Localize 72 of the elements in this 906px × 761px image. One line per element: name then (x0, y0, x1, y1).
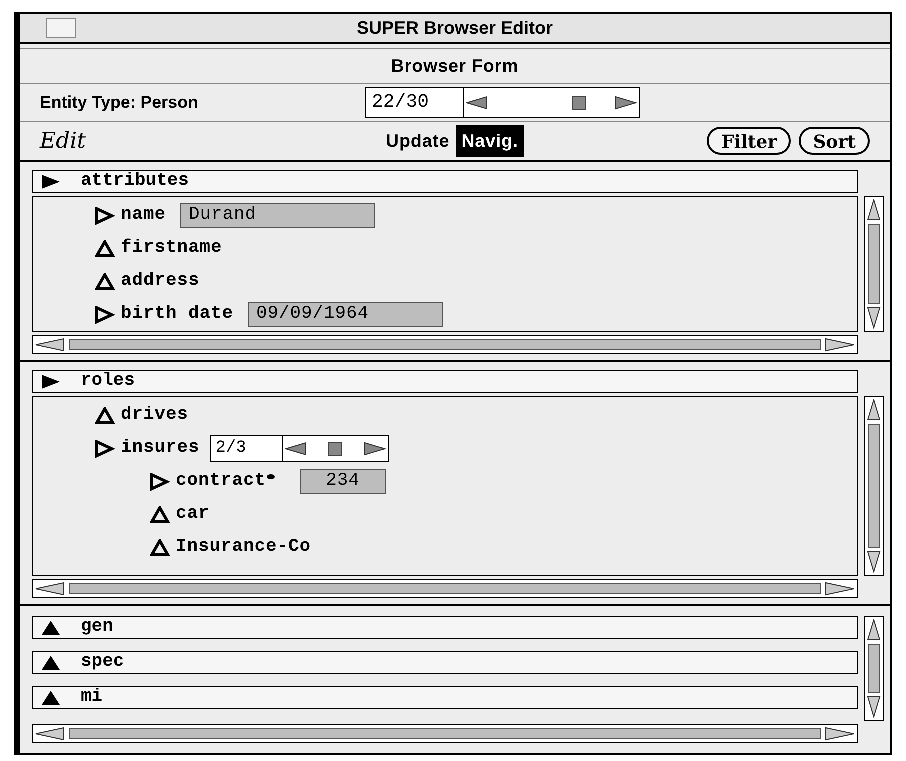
slider-thumb[interactable] (572, 96, 586, 110)
item-label: insures (121, 437, 200, 460)
vertical-scrollbar[interactable] (864, 196, 884, 332)
left-arrow-icon (284, 442, 307, 456)
form-title: Browser Form (391, 54, 519, 78)
scroll-thumb[interactable] (868, 424, 880, 548)
up-triangle-icon (95, 240, 115, 258)
down-arrow-icon (867, 551, 881, 573)
item-label: firstname (121, 237, 222, 260)
vertical-scrollbar[interactable] (864, 396, 884, 576)
value-field[interactable]: 234 (300, 469, 386, 494)
up-triangle-icon (95, 406, 115, 424)
right-triangle-icon (95, 206, 115, 224)
scroll-thumb[interactable] (868, 224, 880, 304)
section-label: attributes (81, 170, 190, 193)
item-label: name (121, 204, 166, 227)
up-triangle-icon (95, 272, 115, 290)
record-counter: 2/3 (210, 436, 283, 462)
right-triangle-icon (150, 472, 170, 490)
section-label: gen (81, 616, 114, 639)
up-arrow-icon (867, 199, 881, 221)
right-triangle-icon (95, 440, 115, 458)
item-label: birth date (121, 303, 234, 326)
entity-type-label: Entity Type: Person (40, 92, 200, 114)
item-label: car (176, 503, 210, 526)
right-arrow-icon (825, 582, 855, 596)
item-label: drives (121, 404, 189, 427)
right-arrow-icon (615, 96, 637, 110)
item-label: Insurance-Co (176, 536, 312, 559)
down-arrow-icon (867, 696, 881, 718)
left-arrow-icon (35, 582, 65, 596)
close-box[interactable] (46, 18, 76, 38)
item-label: address (121, 270, 200, 293)
section-header[interactable]: roles (32, 370, 858, 393)
horizontal-scrollbar[interactable] (32, 335, 858, 354)
right-arrow-icon (364, 442, 386, 456)
horizontal-scrollbar[interactable] (32, 724, 858, 743)
section-label: spec (81, 651, 124, 674)
up-arrow-icon (867, 619, 881, 641)
value-field[interactable]: Durand (180, 203, 376, 228)
right-arrow-icon (825, 726, 855, 740)
left-arrow-icon (35, 726, 65, 740)
mode-tab[interactable]: Update (380, 125, 456, 157)
vertical-scrollbar[interactable] (864, 616, 884, 721)
section-header[interactable]: attributes (32, 170, 858, 193)
up-triangle-icon (150, 506, 170, 524)
scroll-thumb[interactable] (868, 644, 880, 693)
section-label: mi (81, 686, 103, 709)
section-header[interactable]: spec (32, 651, 858, 674)
toolbar-button[interactable]: Sort (799, 127, 870, 155)
scroll-thumb[interactable] (69, 339, 821, 350)
scroll-thumb[interactable] (69, 728, 821, 739)
up-triangle-icon (150, 538, 170, 556)
value-field[interactable]: 09/09/1964 (248, 302, 443, 327)
edit-menu[interactable]: Edit (40, 124, 380, 158)
record-counter: 22/30 (366, 88, 464, 117)
left-arrow-icon (35, 338, 65, 352)
up-arrow-icon (867, 399, 881, 421)
right-triangle-icon (95, 306, 115, 324)
down-arrow-icon (867, 307, 881, 329)
scroll-thumb[interactable] (69, 583, 821, 594)
section-label: roles (81, 370, 136, 393)
section-header[interactable]: gen (32, 616, 858, 639)
section-header[interactable]: mi (32, 686, 858, 709)
right-arrow-icon (825, 338, 855, 352)
slider-thumb[interactable] (328, 442, 342, 456)
toolbar-button[interactable]: Filter (707, 127, 792, 155)
left-arrow-icon (466, 96, 488, 110)
item-label: contract (176, 470, 266, 493)
mode-tab[interactable]: Navig. (456, 125, 524, 157)
window-title: SUPER Browser Editor (356, 16, 554, 40)
horizontal-scrollbar[interactable] (32, 579, 858, 598)
